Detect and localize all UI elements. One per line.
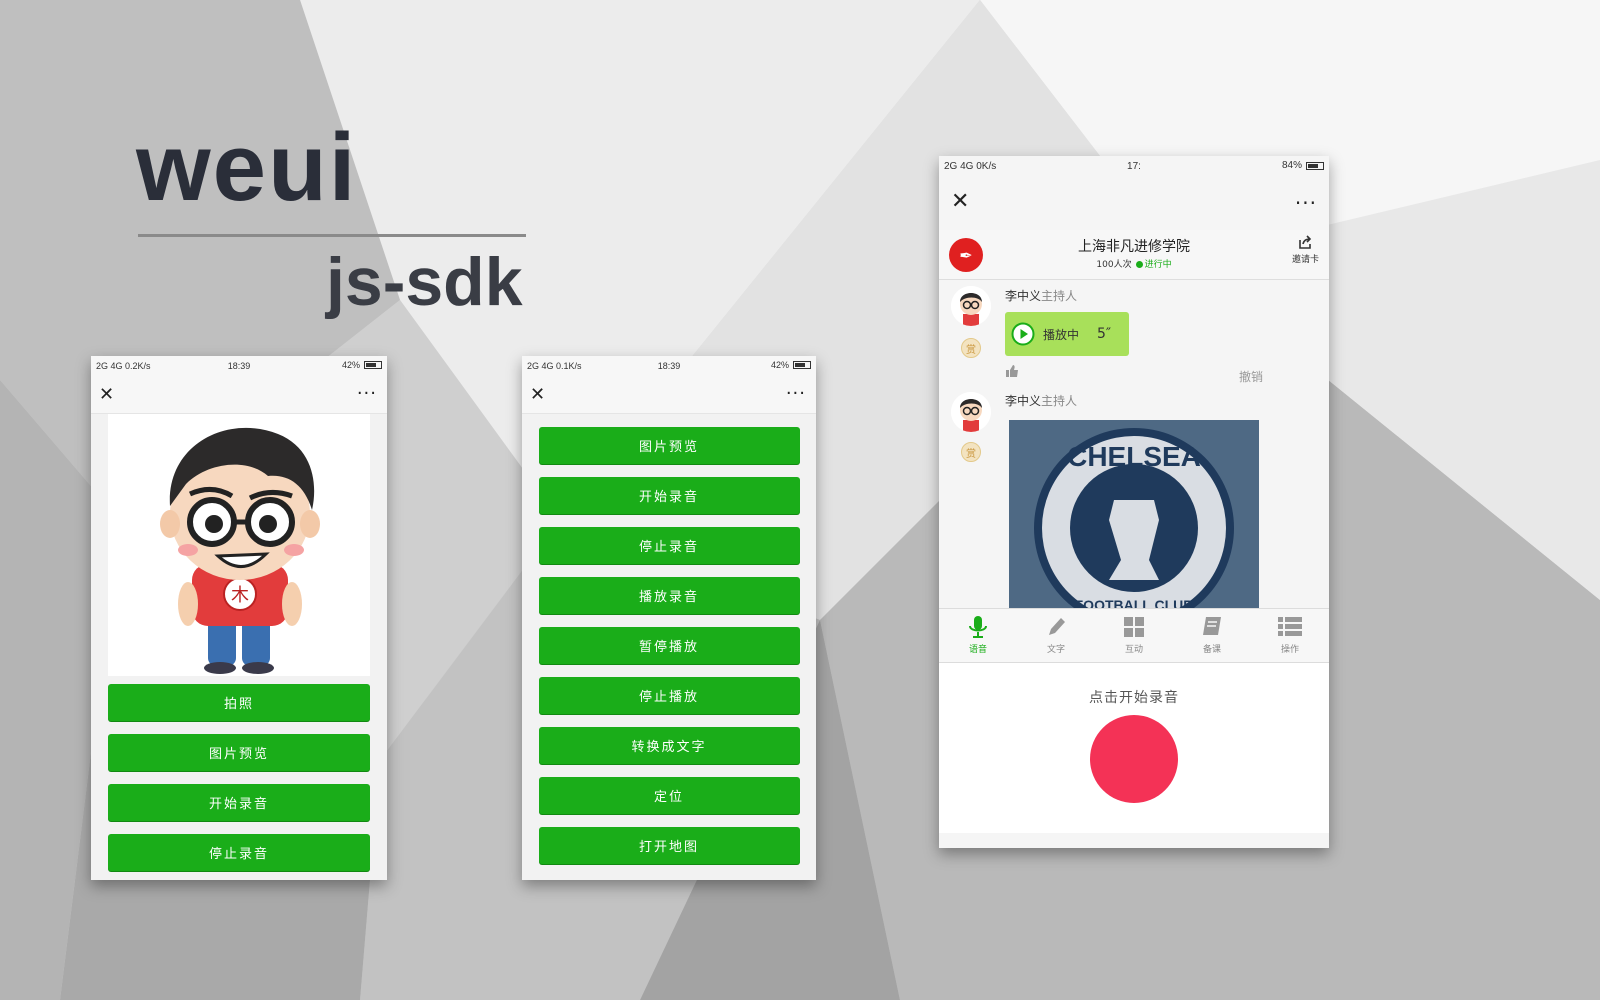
button-list: 图片预览 开始录音 停止录音 播放录音 暂停播放 停止播放 转换成文字 定位 打… xyxy=(522,414,816,864)
close-icon[interactable]: ✕ xyxy=(951,191,969,213)
start-record-button[interactable]: 开始录音 xyxy=(538,477,800,514)
room-title: 上海非凡进修学院 xyxy=(1078,239,1190,255)
list-icon xyxy=(1278,617,1302,636)
book-icon xyxy=(1203,617,1221,635)
network-indicator: 2G 4G xyxy=(944,161,974,172)
status-time: 17: xyxy=(1127,161,1141,172)
tab-operate[interactable]: 操作 xyxy=(1251,609,1329,662)
convert-to-text-button[interactable]: 转换成文字 xyxy=(538,727,800,764)
reward-button[interactable]: 赏 xyxy=(961,338,981,358)
record-hint: 点击开始录音 xyxy=(1089,690,1179,706)
record-panel: 点击开始录音 xyxy=(939,663,1329,833)
battery-percent: 42% xyxy=(770,360,789,370)
live-dot-icon xyxy=(1135,261,1143,268)
battery-icon xyxy=(793,361,811,369)
cartoon-avatar-image: 木 xyxy=(108,414,370,676)
nav-bar: ✕ ··· xyxy=(522,378,816,414)
start-record-button[interactable]: 开始录音 xyxy=(108,784,370,821)
battery-percent: 84% xyxy=(1281,160,1302,171)
record-button[interactable] xyxy=(1090,715,1178,803)
chat-message: 赏 李中义主持人 CHELSEA FOOTBALL CLUB xyxy=(939,386,1329,608)
microphone-icon xyxy=(969,616,987,638)
sender-name: 李中义主持人 xyxy=(1005,394,1078,408)
phone-screen-3: 2G 4G 0K/s 17: 84% ✕ ··· ✒ 上海非凡进修学院 100人… xyxy=(939,156,1329,848)
pencil-icon xyxy=(1049,618,1065,635)
banner-divider xyxy=(138,234,526,237)
image-preview-button[interactable]: 图片预览 xyxy=(538,427,800,464)
battery-percent: 42% xyxy=(341,360,360,370)
more-icon[interactable]: ··· xyxy=(357,383,377,404)
room-header: ✒ 上海非凡进修学院 100人次 进行中 邀请卡 xyxy=(939,230,1329,280)
thumbs-up-icon[interactable] xyxy=(1005,364,1019,378)
room-status: 100人次 进行中 xyxy=(939,257,1329,270)
grid-icon xyxy=(1124,617,1144,637)
sender-name: 李中义主持人 xyxy=(1005,289,1078,303)
image-preview-button[interactable]: 图片预览 xyxy=(108,734,370,771)
voice-message-bubble[interactable]: 播放中 5″ xyxy=(1005,312,1129,356)
user-avatar-icon xyxy=(951,286,991,326)
cartoon-avatar-icon: 木 xyxy=(108,414,370,676)
voice-duration: 5″ xyxy=(1097,326,1112,342)
status-time: 18:39 xyxy=(227,361,251,371)
tab-voice[interactable]: 语音 xyxy=(939,609,1017,662)
banner-title: weui xyxy=(136,114,358,221)
more-icon[interactable]: ··· xyxy=(1295,191,1317,215)
user-avatar-icon xyxy=(951,392,991,432)
status-bar: 2G 4G 0.2K/s 18:39 42% xyxy=(91,356,387,378)
phone-screen-2: 2G 4G 0.1K/s 18:39 42% ✕ ··· 图片预览 开始录音 停… xyxy=(522,356,816,880)
network-indicator: 2G 4G xyxy=(527,361,554,371)
stop-play-button[interactable]: 停止播放 xyxy=(538,677,800,714)
tab-prepare[interactable]: 备课 xyxy=(1173,609,1251,662)
badge-top-text: CHELSEA xyxy=(1067,441,1201,472)
sender-role: 主持人 xyxy=(1041,394,1078,408)
sender-role: 主持人 xyxy=(1041,289,1078,303)
avatar xyxy=(951,392,991,432)
badge-bottom-text: FOOTBALL CLUB xyxy=(1075,597,1194,608)
tab-text[interactable]: 文字 xyxy=(1017,609,1095,662)
chelsea-badge-icon: CHELSEA FOOTBALL CLUB xyxy=(1009,420,1259,608)
chelsea-badge-image[interactable]: CHELSEA FOOTBALL CLUB xyxy=(1009,420,1259,608)
nav-bar: ✕ ··· xyxy=(91,378,387,414)
view-count: 100人次 xyxy=(1096,260,1132,270)
revoke-button[interactable]: 撤销 xyxy=(1239,368,1263,385)
tab-interact[interactable]: 互动 xyxy=(1095,609,1173,662)
battery-icon xyxy=(1306,161,1324,170)
network-speed: 0.2K/s xyxy=(125,361,151,371)
reward-button[interactable]: 赏 xyxy=(961,442,981,462)
battery-icon xyxy=(364,361,382,369)
button-list: 拍照 图片预览 开始录音 停止录音 xyxy=(91,676,387,871)
nav-bar: ✕ ··· xyxy=(939,180,1329,230)
network-indicator: 2G 4G xyxy=(96,361,123,371)
phone-screen-1: 2G 4G 0.2K/s 18:39 42% ✕ ··· 木 拍照 图片预览 开… xyxy=(91,356,387,880)
play-record-button[interactable]: 播放录音 xyxy=(538,577,800,614)
play-icon xyxy=(1011,322,1035,346)
status-time: 18:39 xyxy=(657,361,681,371)
pause-play-button[interactable]: 暂停播放 xyxy=(538,627,800,664)
more-icon[interactable]: ··· xyxy=(786,383,806,404)
live-state: 进行中 xyxy=(1144,260,1172,270)
svg-text:木: 木 xyxy=(231,585,249,606)
status-bar: 2G 4G 0.1K/s 18:39 42% xyxy=(522,356,816,378)
chat-message: 赏 李中义主持人 播放中 5″ 撤销 xyxy=(939,280,1329,386)
banner-subtitle: js-sdk xyxy=(326,244,523,320)
voice-state: 播放中 xyxy=(1043,327,1080,342)
open-map-button[interactable]: 打开地图 xyxy=(538,827,800,864)
network-speed: 0.1K/s xyxy=(556,361,582,371)
network-speed: 0K/s xyxy=(976,161,997,172)
share-icon xyxy=(1299,235,1312,249)
status-bar: 2G 4G 0K/s 17: 84% xyxy=(939,156,1329,180)
stop-record-button[interactable]: 停止录音 xyxy=(538,527,800,564)
locate-button[interactable]: 定位 xyxy=(538,777,800,814)
avatar xyxy=(951,286,991,326)
close-icon[interactable]: ✕ xyxy=(99,385,114,405)
take-photo-button[interactable]: 拍照 xyxy=(108,684,370,721)
tab-bar: 语音 文字 互动 备课 操作 xyxy=(939,608,1329,663)
close-icon[interactable]: ✕ xyxy=(530,385,545,405)
invite-label: 邀请卡 xyxy=(1291,255,1319,265)
invite-card-button[interactable]: 邀请卡 xyxy=(1292,234,1319,265)
stop-record-button[interactable]: 停止录音 xyxy=(108,834,370,871)
